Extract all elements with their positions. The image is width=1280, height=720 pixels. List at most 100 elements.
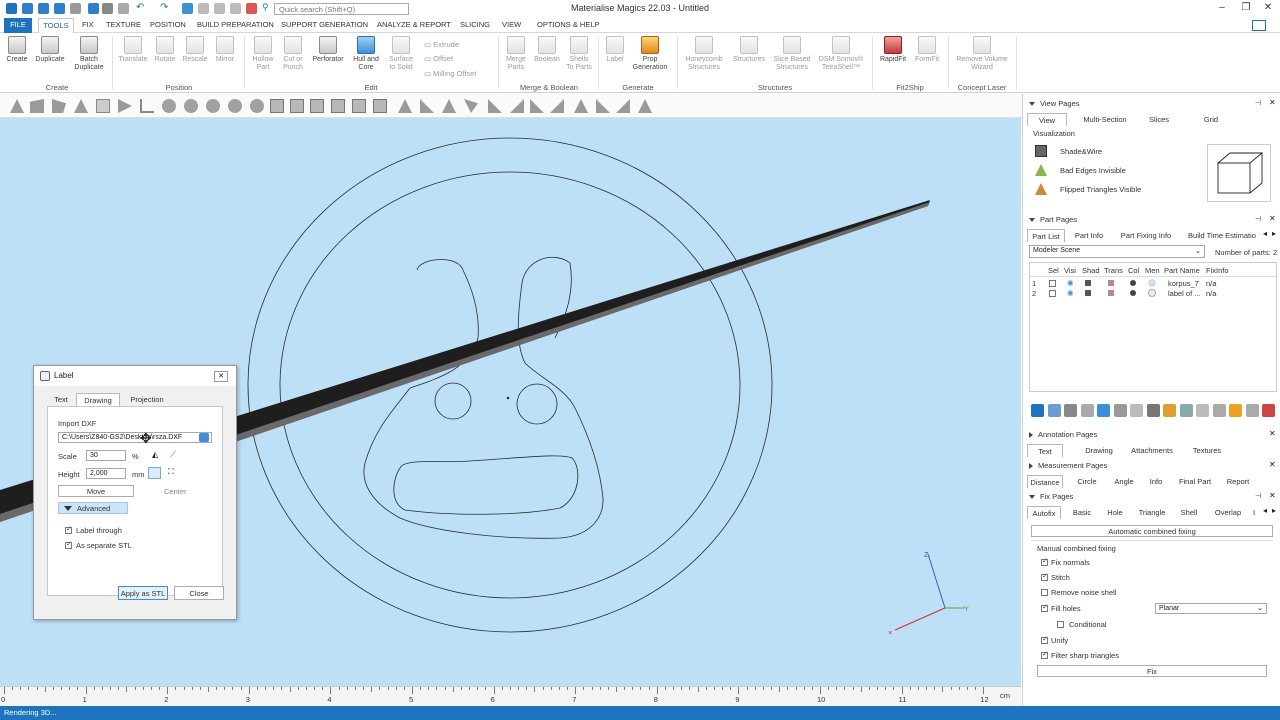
center-button[interactable]: Center: [164, 487, 187, 496]
mesh-icon[interactable]: [1148, 289, 1156, 297]
hull-and-core-button[interactable]: Hull and Core: [349, 36, 383, 72]
tab-scroll-right-icon[interactable]: ▸: [1272, 506, 1276, 515]
color-icon[interactable]: [1130, 290, 1136, 296]
tab-autofix[interactable]: Autofix: [1027, 506, 1061, 519]
panel-close-icon[interactable]: ✕: [1269, 491, 1276, 500]
rescale-button[interactable]: Rescale: [180, 36, 210, 64]
remove-noise-shell-checkbox[interactable]: [1041, 589, 1048, 596]
milling-offset-button[interactable]: ▭ Milling Offset: [424, 69, 476, 78]
label-button[interactable]: Label: [602, 36, 628, 64]
scene-select[interactable]: Modeler Scene ⌄: [1029, 245, 1205, 258]
panel-close-icon[interactable]: ✕: [1269, 429, 1276, 438]
unify-checkbox[interactable]: [1041, 635, 1048, 644]
menu-build-preparation[interactable]: BUILD PREPARATION: [197, 20, 274, 29]
formfit-button[interactable]: FormFit: [911, 36, 943, 64]
shells-to-parts-button[interactable]: Shells To Parts: [564, 36, 594, 72]
shell-select-3-icon[interactable]: [616, 99, 630, 113]
tab-info[interactable]: Info: [1145, 475, 1167, 488]
extrude-button[interactable]: ▭ Extrude: [424, 40, 459, 49]
menu-texture[interactable]: TEXTURE: [106, 20, 141, 29]
row-select-checkbox[interactable]: [1049, 290, 1056, 297]
tab-report[interactable]: Report: [1223, 475, 1253, 488]
shade-icon[interactable]: [1085, 280, 1091, 286]
part-tool-icon[interactable]: [1262, 404, 1275, 417]
table-row[interactable]: 1 ◉ korpus_7 n/a: [1030, 278, 1276, 288]
view-cube[interactable]: [1207, 144, 1271, 202]
menu-options-help[interactable]: OPTIONS & HELP: [537, 20, 600, 29]
create-button[interactable]: Create: [4, 36, 30, 64]
part-tool-icon[interactable]: [1064, 404, 1077, 417]
tab-attachments[interactable]: Attachments: [1127, 444, 1177, 457]
menu-analyze-report[interactable]: ANALYZE & REPORT: [377, 20, 451, 29]
boolean-button[interactable]: Boolean: [531, 36, 563, 64]
part-tool-icon[interactable]: [1097, 404, 1110, 417]
part-tool-icon[interactable]: [1245, 404, 1259, 417]
part-tool-icon[interactable]: [1146, 404, 1160, 417]
emboss-icon[interactable]: [148, 467, 161, 479]
shell-select-icon[interactable]: [574, 99, 588, 113]
tab-distance[interactable]: Distance: [1027, 475, 1063, 488]
rotate-view-icon[interactable]: [184, 99, 198, 113]
panel-close-icon[interactable]: ✕: [1269, 460, 1276, 469]
view-pages-header[interactable]: View Pages: [1029, 99, 1079, 108]
fix-normals-checkbox[interactable]: [1041, 557, 1048, 566]
stitch-checkbox[interactable]: [1041, 572, 1048, 581]
tab-scroll-left-icon[interactable]: ◂: [1263, 506, 1267, 515]
part-tool-icon[interactable]: [1196, 404, 1209, 417]
rotate-button[interactable]: Rotate: [150, 36, 180, 64]
tab-hole[interactable]: Hole: [1103, 506, 1127, 519]
cube-view-3-icon[interactable]: [310, 99, 324, 113]
tab-scroll-left-icon[interactable]: ◂: [1263, 229, 1267, 238]
tab-overlap[interactable]: Overlap: [1211, 506, 1245, 519]
proportional-scale-icon[interactable]: ◭: [152, 450, 158, 459]
fix-button[interactable]: Fix: [1037, 665, 1267, 677]
scale-input[interactable]: 30: [86, 450, 126, 461]
part-tool-icon[interactable]: [1080, 404, 1094, 417]
menu-position[interactable]: POSITION: [150, 20, 186, 29]
pin-icon[interactable]: ⊣: [1255, 492, 1261, 500]
tab-view[interactable]: View: [1027, 113, 1067, 126]
restore-button[interactable]: ❐: [1236, 2, 1256, 13]
fix-pages-header[interactable]: Fix Pages: [1029, 492, 1073, 501]
tetrashell-button[interactable]: DSM Somos® TetraShell™: [815, 36, 867, 72]
surface-to-solid-button[interactable]: Surface to Solid: [384, 36, 418, 72]
view-front-icon[interactable]: [10, 99, 24, 113]
cut-or-punch-button[interactable]: Cut or Punch: [278, 36, 308, 72]
tab-angle[interactable]: Angle: [1111, 475, 1137, 488]
panel-close-icon[interactable]: ✕: [1269, 98, 1276, 107]
tilt-icon[interactable]: [250, 99, 264, 113]
cube-view-2-icon[interactable]: [290, 99, 304, 113]
part-tool-icon[interactable]: [1229, 404, 1242, 417]
tab-part-fixing-info[interactable]: Part Fixing Info: [1115, 229, 1177, 242]
height-input[interactable]: 2,000: [86, 468, 126, 479]
color-icon[interactable]: [1130, 280, 1136, 286]
tab-basic[interactable]: Basic: [1067, 506, 1097, 519]
tab-triangle[interactable]: Triangle: [1135, 506, 1169, 519]
tab-more[interactable]: I: [1249, 506, 1259, 519]
part-tool-icon[interactable]: [1130, 404, 1143, 417]
menu-slicing[interactable]: SLICING: [460, 20, 490, 29]
dxf-path-input[interactable]: C:\Users\Z840-GS2\Desktop\rsza.DXF: [58, 432, 212, 443]
rapidfit-button[interactable]: RapidFit: [876, 36, 910, 64]
perforator-button[interactable]: Perforator: [309, 36, 347, 64]
shell-select-4-icon[interactable]: [638, 99, 652, 113]
transparency-icon[interactable]: [1108, 290, 1114, 296]
tab-scroll-right-icon[interactable]: ▸: [1272, 229, 1276, 238]
triangle-select-3-icon[interactable]: [442, 99, 456, 113]
apply-as-stl-button[interactable]: Apply as STL: [118, 586, 168, 600]
merge-parts-button[interactable]: Merge Parts: [502, 36, 530, 72]
batch-duplicate-button[interactable]: Batch Duplicate: [70, 36, 108, 72]
panel-close-icon[interactable]: ✕: [1269, 214, 1276, 223]
fill-mode-select[interactable]: Planar ⌄: [1155, 603, 1267, 614]
cube-view-5-icon[interactable]: [352, 99, 366, 113]
close-window-button[interactable]: ✕: [1258, 2, 1278, 13]
advanced-toggle[interactable]: Advanced: [58, 502, 128, 514]
pin-icon[interactable]: ⊣: [1255, 99, 1261, 107]
surface-select-2-icon[interactable]: [510, 99, 524, 113]
dialog-tab-projection[interactable]: Projection: [124, 393, 170, 406]
surface-select-icon[interactable]: [488, 99, 502, 113]
part-tool-icon[interactable]: [1163, 404, 1176, 417]
mesh-icon[interactable]: [1148, 279, 1156, 287]
offset-button[interactable]: ▭ Offset: [424, 54, 453, 63]
tab-circle[interactable]: Circle: [1073, 475, 1101, 488]
